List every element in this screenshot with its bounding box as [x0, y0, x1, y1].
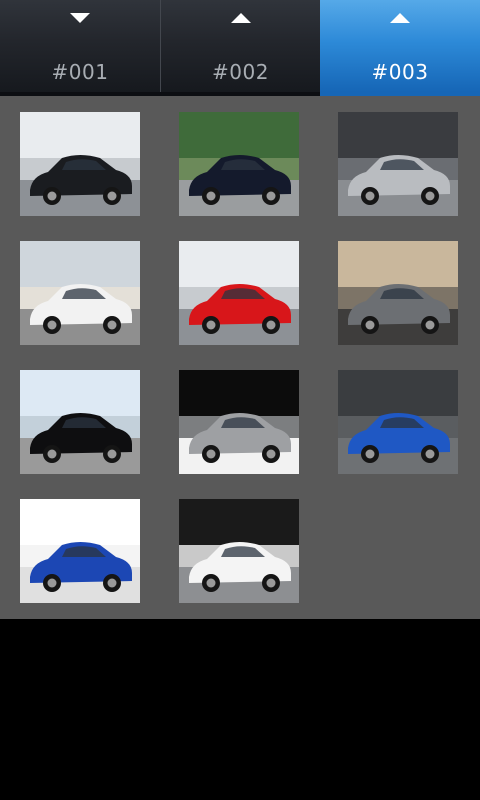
- tab-label: #002: [212, 60, 269, 84]
- arrow-up-icon: [230, 13, 251, 23]
- tab-bar: #001 #002 #003: [0, 0, 480, 96]
- white-race-car-photo[interactable]: [179, 499, 299, 603]
- black-sedan-photo[interactable]: [20, 112, 140, 216]
- tab-002[interactable]: #002: [160, 0, 320, 92]
- red-sports-car-photo[interactable]: [179, 241, 299, 345]
- white-sedan-photo[interactable]: [20, 241, 140, 345]
- silver-coupe-photo[interactable]: [338, 112, 458, 216]
- black-beetle-photo[interactable]: [20, 370, 140, 474]
- silver-supercar-photo[interactable]: [179, 370, 299, 474]
- tab-label: #003: [371, 60, 429, 84]
- photo-grid: [0, 96, 480, 619]
- black-coupe-photo[interactable]: [179, 112, 299, 216]
- blue-rally-car-photo[interactable]: [20, 499, 140, 603]
- tab-003[interactable]: #003: [320, 0, 480, 92]
- arrow-down-icon: [70, 13, 90, 23]
- blue-coupe-photo[interactable]: [338, 370, 458, 474]
- arrow-up-icon: [390, 13, 410, 23]
- grey-sports-car-photo[interactable]: [338, 241, 458, 345]
- tab-001[interactable]: #001: [0, 0, 160, 92]
- tab-label: #001: [51, 60, 109, 84]
